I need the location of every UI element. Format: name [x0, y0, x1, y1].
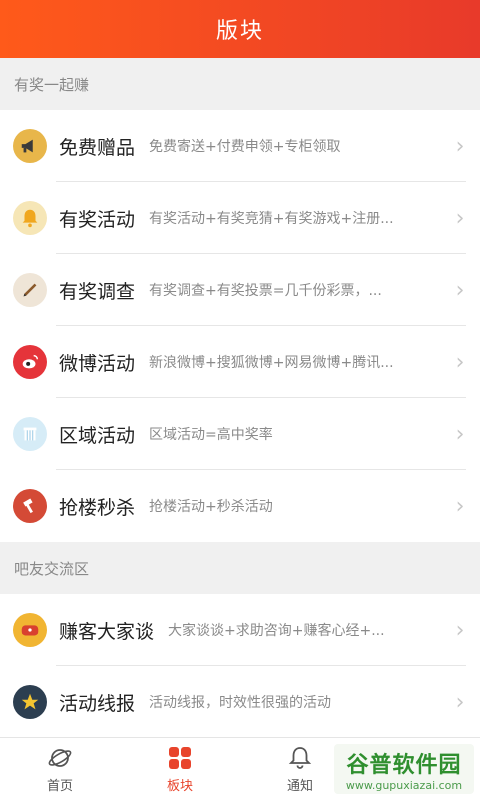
list-item-discussion[interactable]: 赚客大家谈 大家谈谈+求助咨询+赚客心经+... › [0, 594, 480, 666]
grid-icon [169, 746, 191, 769]
chevron-right-icon: › [455, 277, 465, 303]
item-subtitle: 大家谈谈+求助咨询+赚客心经+... [168, 623, 385, 639]
star-icon [13, 685, 47, 719]
item-title: 免费赠品 [59, 136, 136, 159]
tab-label: 首页 [46, 778, 73, 794]
item-subtitle: 区域活动=高中奖率 [149, 427, 273, 443]
tab-home[interactable]: 首页 [0, 738, 120, 800]
tab-label: 通知 [286, 778, 313, 794]
item-title: 有奖活动 [59, 208, 136, 231]
item-subtitle: 新浪微博+搜狐微博+网易微博+腾讯... [149, 355, 394, 371]
page-title: 版块 [215, 19, 264, 44]
chevron-right-icon: › [455, 349, 465, 375]
planet-icon [48, 748, 72, 767]
weibo-icon [13, 345, 47, 379]
watermark-logo: 谷普软件园 www.gupuxiazai.com [334, 744, 474, 794]
list-item-weibo-activities[interactable]: 微博活动 新浪微博+搜狐微博+网易微博+腾讯... › [0, 326, 480, 398]
tab-label: 板块 [166, 778, 193, 794]
tab-sections[interactable]: 板块 [120, 738, 240, 800]
item-subtitle: 抢楼活动+秒杀活动 [149, 499, 273, 515]
pen-icon [13, 273, 47, 307]
pillar-icon [13, 417, 47, 451]
megaphone-icon [13, 129, 47, 163]
item-subtitle: 活动线报，时效性很强的活动 [149, 695, 332, 711]
chevron-right-icon: › [455, 617, 465, 643]
chevron-right-icon: › [455, 133, 465, 159]
rewards-list: 免费赠品 免费寄送+付费申领+专柜领取 › 有奖活动 有奖活动+有奖竞猜+有奖游… [0, 110, 480, 542]
item-title: 微博活动 [59, 352, 136, 375]
watermark-title: 谷普软件园 [346, 752, 462, 778]
hammer-icon [13, 489, 47, 523]
header-bar: 版块 [0, 0, 480, 58]
item-title: 有奖调查 [59, 280, 136, 303]
chevron-right-icon: › [455, 689, 465, 715]
item-subtitle: 有奖活动+有奖竞猜+有奖游戏+注册... [149, 211, 394, 227]
list-item-prize-survey[interactable]: 有奖调查 有奖调查+有奖投票=几千份彩票，... › [0, 254, 480, 326]
chat-icon [13, 613, 47, 647]
list-item-flash-sale[interactable]: 抢楼秒杀 抢楼活动+秒杀活动 › [0, 470, 480, 542]
watermark-url: www.gupuxiazai.com [345, 778, 463, 792]
item-subtitle: 有奖调查+有奖投票=几千份彩票，... [149, 283, 382, 299]
item-title: 赚客大家谈 [59, 620, 155, 643]
item-subtitle: 免费寄送+付费申领+专柜领取 [149, 139, 341, 155]
item-title: 活动线报 [59, 692, 136, 715]
item-title: 抢楼秒杀 [59, 496, 136, 519]
chevron-right-icon: › [455, 493, 465, 519]
list-item-prize-activities[interactable]: 有奖活动 有奖活动+有奖竞猜+有奖游戏+注册... › [0, 182, 480, 254]
list-item-activity-news[interactable]: 活动线报 活动线报，时效性很强的活动 › [0, 666, 480, 738]
list-item-free-gifts[interactable]: 免费赠品 免费寄送+付费申领+专柜领取 › [0, 110, 480, 182]
section-title-community: 吧友交流区 [0, 542, 480, 594]
chevron-right-icon: › [455, 205, 465, 231]
item-title: 区域活动 [59, 424, 136, 447]
list-item-regional-activities[interactable]: 区域活动 区域活动=高中奖率 › [0, 398, 480, 470]
bell-outline-icon [288, 746, 312, 769]
section-title-rewards: 有奖一起赚 [0, 58, 480, 110]
bell-icon [13, 201, 47, 235]
community-list: 赚客大家谈 大家谈谈+求助咨询+赚客心经+... › 活动线报 活动线报，时效性… [0, 594, 480, 738]
chevron-right-icon: › [455, 421, 465, 447]
